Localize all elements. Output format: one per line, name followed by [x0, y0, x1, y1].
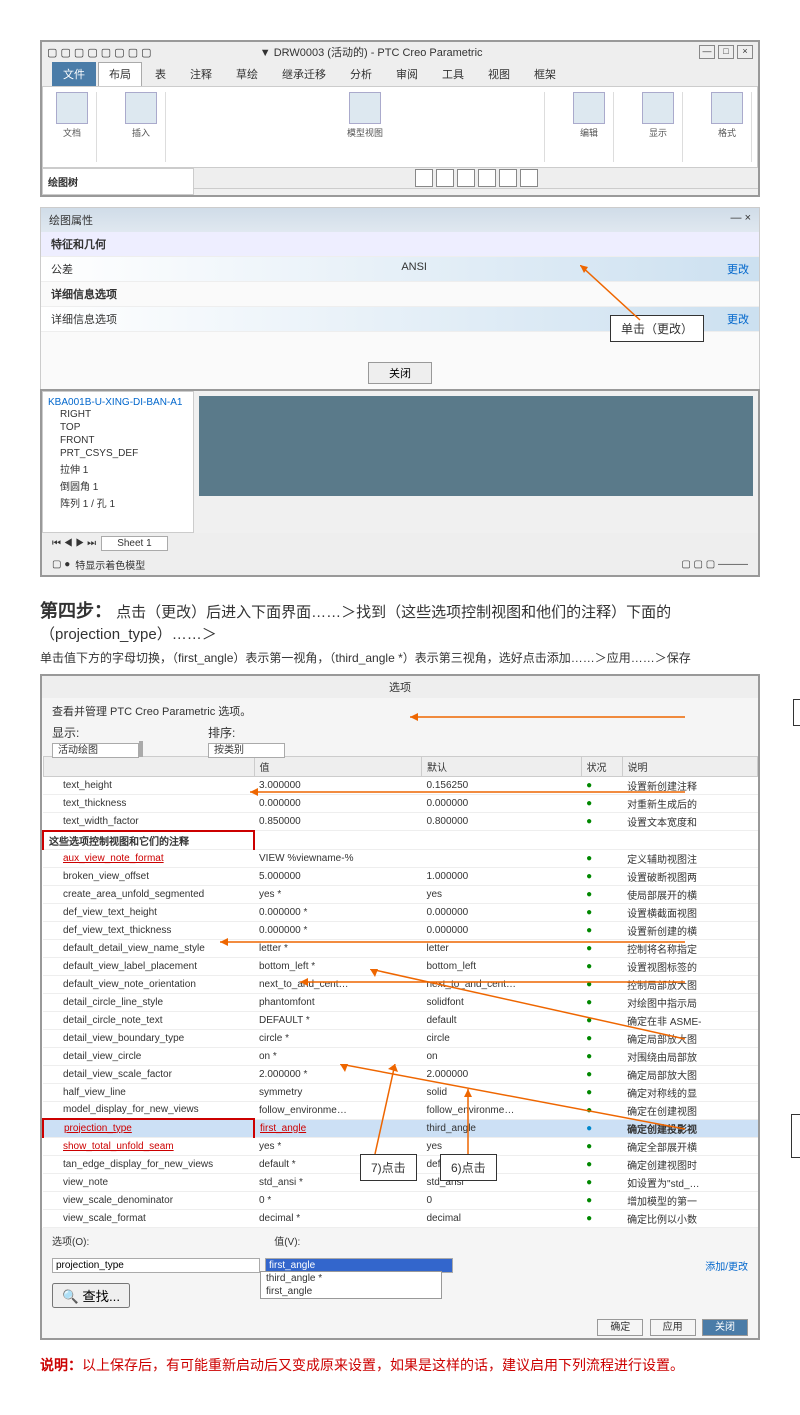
table-row[interactable]: text_thickness0.0000000.000000对重新生成后的 [43, 795, 758, 813]
tree-item[interactable]: PRT_CSYS_DEF [48, 447, 188, 460]
table-row[interactable]: detail_circle_line_stylephantomfontsolid… [43, 993, 758, 1011]
save-icon[interactable] [141, 741, 143, 757]
maximize-icon[interactable]: □ [718, 45, 734, 59]
section-header: 详细信息选项 [51, 286, 117, 302]
table-row[interactable]: aux_view_note_formatVIEW %viewname-%定义辅助… [43, 849, 758, 867]
tree-title: 绘图树 [48, 174, 188, 189]
tolerance-value: ANSI [401, 261, 427, 277]
option-input[interactable] [52, 1258, 260, 1273]
drawing-canvas[interactable] [199, 396, 753, 496]
change-link-1[interactable]: 更改 [727, 261, 749, 277]
table-row[interactable]: model_display_for_new_viewsfollow_enviro… [43, 1101, 758, 1119]
tool-icon[interactable] [499, 169, 517, 187]
table-row[interactable]: create_area_unfold_segmentedyes *yes使局部展… [43, 885, 758, 903]
tab-table[interactable]: 表 [144, 62, 177, 86]
tab-annot[interactable]: 注释 [179, 62, 223, 86]
dialog-header: 查看并管理 PTC Creo Parametric 选项。 [42, 698, 758, 724]
sort-select[interactable]: 按类别 [208, 743, 285, 758]
sheet-tab[interactable]: Sheet 1 [101, 536, 167, 551]
drawing-properties-panel: 绘图属性— × 特征和几何 公差 ANSI 更改 详细信息选项 详细信息选项 更… [40, 207, 760, 390]
minimize-icon[interactable]: — [699, 45, 715, 59]
table-row[interactable]: 这些选项控制视图和它们的注释 [43, 831, 758, 850]
tree-item[interactable]: 阵列 1 / 孔 1 [48, 494, 188, 511]
tree-item[interactable]: TOP [48, 421, 188, 434]
ok-button[interactable]: 确定 [597, 1319, 643, 1336]
status-text: 特显示着色模型 [75, 557, 145, 572]
table-row[interactable]: detail_circle_note_textDEFAULT *default确… [43, 1011, 758, 1029]
table-row[interactable]: text_height3.0000000.156250设置新创建注释 [43, 777, 758, 795]
tab-view[interactable]: 视图 [477, 62, 521, 86]
mark-8: 8)保存到启动项中 [793, 699, 800, 726]
ribbon-button[interactable] [573, 92, 605, 124]
ribbon-tabs: 文件 布局 表 注释 草绘 继承迁移 分析 审阅 工具 视图 框架 [42, 62, 758, 86]
tree-root[interactable]: KBA001B-U-XING-DI-BAN-A1 [48, 397, 188, 408]
table-row[interactable]: detail_view_scale_factor2.000000 *2.0000… [43, 1065, 758, 1083]
table-row[interactable]: half_view_linesymmetrysolid确定对称线的显 [43, 1083, 758, 1101]
tab-tools[interactable]: 工具 [431, 62, 475, 86]
ribbon-button[interactable] [56, 92, 88, 124]
tab-file[interactable]: 文件 [52, 62, 96, 86]
table-row[interactable]: detail_view_circleon *on对围绕由局部放 [43, 1047, 758, 1065]
final-note: 说明：以上保存后，有可能重新启动后又变成原来设置，如果是这样的话，建议启用下列流… [40, 1355, 760, 1375]
table-row[interactable]: default_view_note_orientationnext_to_and… [43, 975, 758, 993]
tab-sketch[interactable]: 草绘 [225, 62, 269, 86]
options-dialog: 选项 查看并管理 PTC Creo Parametric 选项。 显示: 活动绘… [40, 674, 760, 1340]
tab-frame[interactable]: 框架 [523, 62, 567, 86]
table-row[interactable]: text_width_factor0.8500000.800000设置文本宽度和 [43, 813, 758, 831]
tab-inherit[interactable]: 继承迁移 [271, 62, 337, 86]
show-select[interactable]: 活动绘图 [52, 743, 139, 758]
mark-5: 5)修改，此处以上是第一视角 [791, 1114, 800, 1158]
tab-review[interactable]: 审阅 [385, 62, 429, 86]
table-row[interactable]: show_total_unfold_seamyes *yes确定全部展开横 [43, 1137, 758, 1155]
model-tree: 绘图树 [42, 168, 194, 195]
creo-main-window: ▢ ▢ ▢ ▢ ▢ ▢ ▢ ▢ ▼ DRW0003 (活动的) - PTC Cr… [40, 40, 760, 197]
table-row[interactable]: view_scale_denominator0 *0增加模型的第一 [43, 1191, 758, 1209]
tab-analysis[interactable]: 分析 [339, 62, 383, 86]
ribbon-button[interactable] [349, 92, 381, 124]
dialog-title: 选项 [42, 676, 758, 698]
step4-line2: 单击值下方的字母切换，（first_angle）表示第一视角，（third_an… [40, 649, 760, 666]
table-row[interactable]: view_scale_formatdecimal *decimal确定比例以小数 [43, 1209, 758, 1227]
change-link-2[interactable]: 更改 [727, 311, 749, 327]
tolerance-label: 公差 [51, 261, 401, 277]
title-bar: ▢ ▢ ▢ ▢ ▢ ▢ ▢ ▢ ▼ DRW0003 (活动的) - PTC Cr… [42, 42, 758, 62]
tree-item[interactable]: RIGHT [48, 408, 188, 421]
tree-window: KBA001B-U-XING-DI-BAN-A1 RIGHT TOP FRONT… [40, 389, 760, 577]
table-row[interactable]: projection_typefirst_anglethird_angle确定创… [43, 1119, 758, 1137]
table-row[interactable]: def_view_text_thickness0.000000 *0.00000… [43, 921, 758, 939]
tab-layout[interactable]: 布局 [98, 62, 142, 86]
ribbon-body: 文档 插入 模型视图 编辑 显示 格式 [42, 86, 758, 168]
ribbon-button[interactable] [642, 92, 674, 124]
tool-icon[interactable] [415, 169, 433, 187]
table-row[interactable]: default_view_label_placementbottom_left … [43, 957, 758, 975]
section-header: 特征和几何 [51, 236, 106, 252]
tool-icon[interactable] [520, 169, 538, 187]
mark-6: 6)点击 [440, 1154, 497, 1181]
close-button[interactable]: 关闭 [702, 1319, 748, 1336]
tool-icon[interactable] [478, 169, 496, 187]
quick-toolbar [194, 168, 758, 189]
tree-item[interactable]: FRONT [48, 434, 188, 447]
table-row[interactable]: default_detail_view_name_styleletter *le… [43, 939, 758, 957]
window-title: ▼ DRW0003 (活动的) - PTC Creo Parametric [260, 44, 483, 60]
ribbon-button[interactable] [125, 92, 157, 124]
close-icon[interactable]: × [737, 45, 753, 59]
ribbon-button[interactable] [711, 92, 743, 124]
apply-button[interactable]: 应用 [650, 1319, 696, 1336]
tree-item[interactable]: 倒圆角 1 [48, 477, 188, 494]
table-row[interactable]: def_view_text_height0.000000 *0.000000设置… [43, 903, 758, 921]
step4-heading: 第四步： 点击（更改）后进入下面界面……＞找到（这些选项控制视图和他们的注释）下… [40, 597, 760, 644]
tree-item[interactable]: 拉伸 1 [48, 460, 188, 477]
add-change-link[interactable]: 添加/更改 [705, 1258, 748, 1273]
tool-icon[interactable] [436, 169, 454, 187]
callout-click-change: 单击（更改） [610, 315, 704, 342]
table-row[interactable]: detail_view_boundary_typecircle *circle确… [43, 1029, 758, 1047]
tool-icon[interactable] [457, 169, 475, 187]
close-button[interactable]: 关闭 [368, 362, 432, 384]
table-row[interactable]: broken_view_offset5.0000001.000000设置破断视图… [43, 867, 758, 885]
value-dropdown[interactable]: third_angle * first_angle [260, 1271, 442, 1299]
find-button[interactable]: 🔍 查找... [52, 1283, 130, 1308]
mark-7: 7)点击 [360, 1154, 417, 1181]
